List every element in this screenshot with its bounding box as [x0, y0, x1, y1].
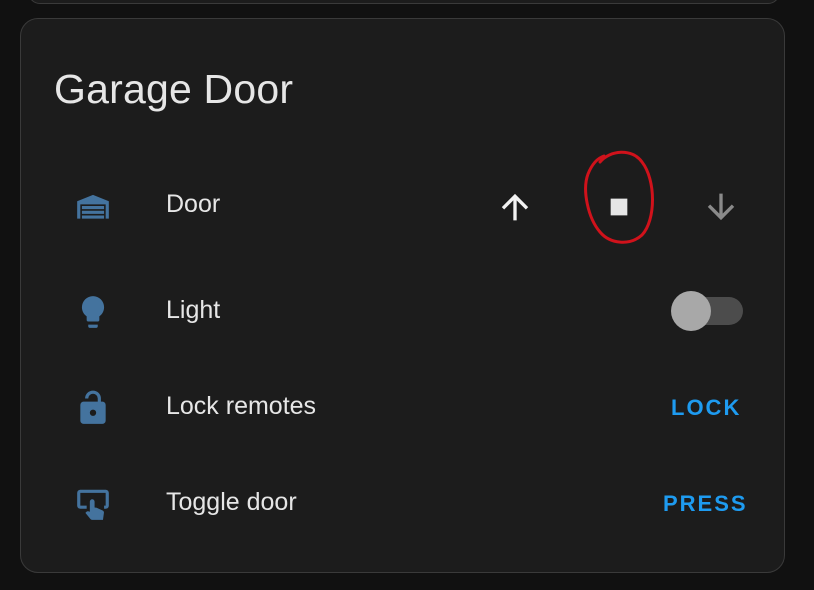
press-button[interactable]: PRESS	[663, 493, 748, 515]
entity-name: Lock remotes	[166, 392, 317, 420]
gesture-tap-button-icon	[74, 485, 112, 523]
stop-cover-button[interactable]	[599, 187, 639, 227]
entity-name: Door	[166, 190, 221, 218]
lock-open-icon	[74, 389, 112, 427]
garage-door-card: Garage Door Door Light Lock remotes LOCK…	[20, 18, 785, 573]
card-title: Garage Door	[54, 66, 294, 112]
close-cover-button[interactable]	[701, 187, 741, 227]
lock-button[interactable]: LOCK	[671, 397, 741, 419]
entity-row-door: Door	[21, 175, 784, 235]
toggle-knob	[671, 291, 711, 331]
entity-row-toggle-door: Toggle door PRESS	[21, 473, 784, 533]
entity-name: Toggle door	[166, 488, 297, 516]
entity-row-light: Light	[21, 281, 784, 341]
garage-icon	[74, 187, 112, 225]
previous-card-edge	[28, 0, 780, 4]
entity-row-lock-remotes: Lock remotes LOCK	[21, 377, 784, 437]
entity-name: Light	[166, 296, 221, 324]
lightbulb-icon	[74, 293, 112, 331]
stop-icon	[610, 198, 628, 216]
arrow-up-icon	[501, 193, 529, 221]
light-toggle-switch[interactable]	[671, 291, 743, 331]
arrow-down-icon	[707, 193, 735, 221]
open-cover-button[interactable]	[495, 187, 535, 227]
